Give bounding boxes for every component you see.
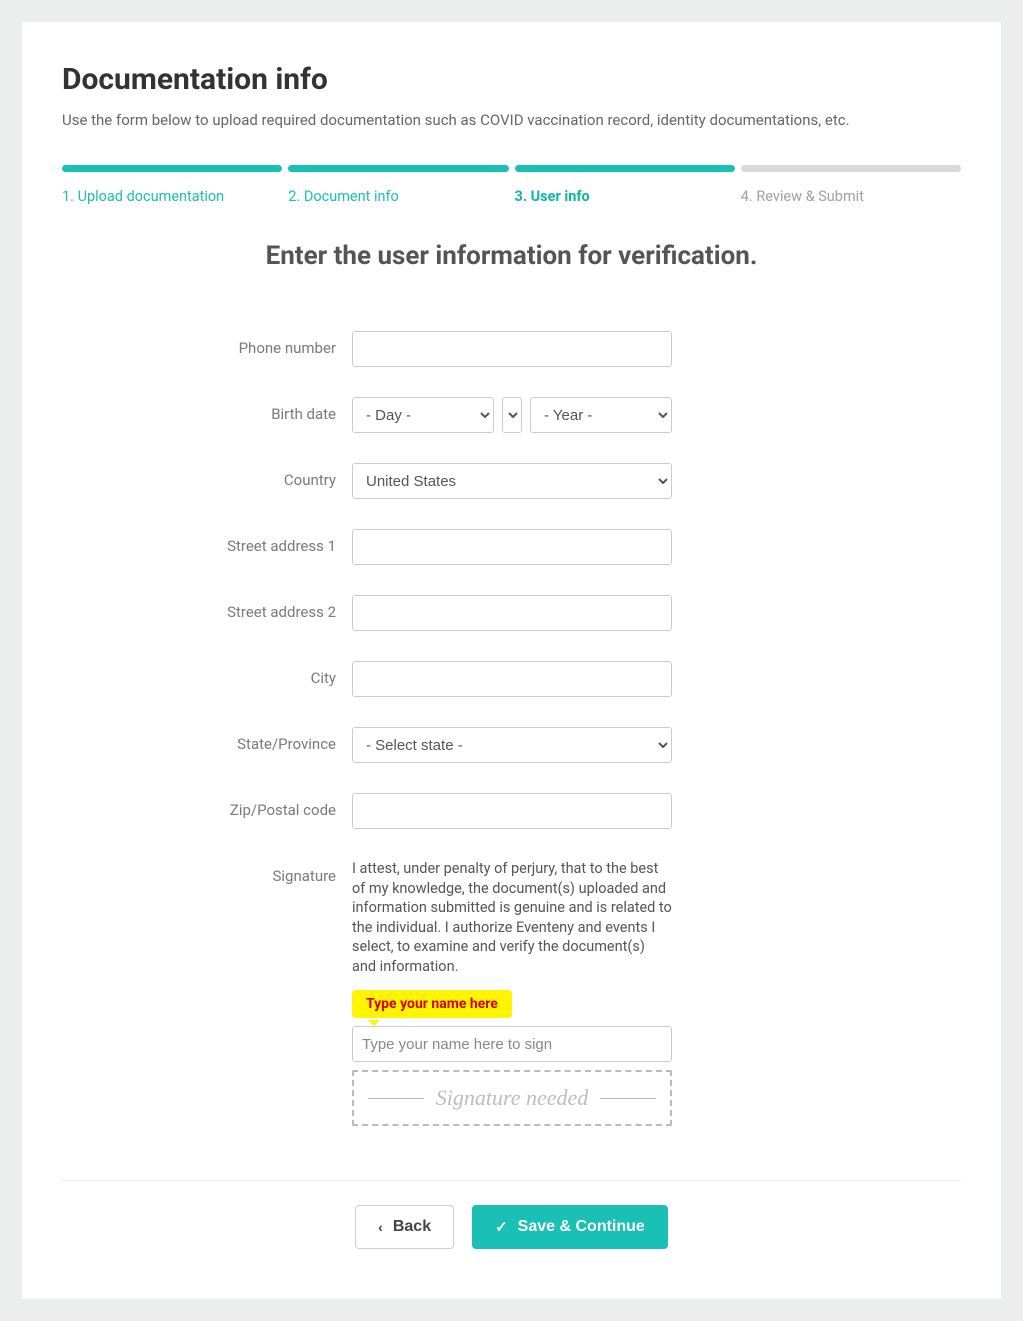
attestation-text: I attest, under penalty of perjury, that… [352,859,672,976]
signature-label: Signature [162,859,352,885]
page-subtitle: Use the form below to upload required do… [62,111,961,129]
phone-label: Phone number [162,331,352,357]
signature-input[interactable] [352,1026,672,1062]
check-icon: ✓ [495,1218,508,1236]
signature-preview-box: Signature needed [352,1070,672,1126]
step-label-userinfo[interactable]: 3. User info [515,178,735,205]
state-label: State/Province [162,727,352,753]
signature-line-right [600,1098,656,1099]
zip-input[interactable] [352,793,672,829]
page-title: Documentation info [62,62,961,97]
signature-placeholder-text: Signature needed [436,1085,589,1111]
city-input[interactable] [352,661,672,697]
step-bar-2 [288,165,508,172]
back-button-label: Back [393,1218,431,1236]
progress-stepper [62,165,961,172]
addr2-input[interactable] [352,595,672,631]
chevron-left-icon: ‹ [378,1219,383,1235]
user-info-form: Phone number Birth date - Day - - Month … [162,331,782,1126]
footer-divider [62,1180,961,1181]
step-label-review: 4. Review & Submit [741,178,961,205]
country-label: Country [162,463,352,489]
save-continue-button[interactable]: ✓ Save & Continue [472,1205,668,1249]
form-card: Documentation info Use the form below to… [22,22,1001,1299]
addr2-label: Street address 2 [162,595,352,621]
step-label-docinfo[interactable]: 2. Document info [288,178,508,205]
section-heading: Enter the user information for verificat… [62,241,961,271]
back-button[interactable]: ‹ Back [355,1205,454,1249]
footer-buttons: ‹ Back ✓ Save & Continue [62,1205,961,1249]
addr1-input[interactable] [352,529,672,565]
birth-day-select[interactable]: - Day - [352,397,494,433]
step-bar-4 [741,165,961,172]
city-label: City [162,661,352,687]
step-bar-3 [515,165,735,172]
signature-tooltip: Type your name here [352,990,512,1018]
state-select[interactable]: - Select state - [352,727,672,763]
birthdate-label: Birth date [162,397,352,423]
phone-input[interactable] [352,331,672,367]
step-labels: 1. Upload documentation 2. Document info… [62,178,961,205]
addr1-label: Street address 1 [162,529,352,555]
zip-label: Zip/Postal code [162,793,352,819]
step-bar-1 [62,165,282,172]
birth-month-select[interactable]: - Month - [502,397,522,433]
signature-line-left [368,1098,424,1099]
birth-year-select[interactable]: - Year - [530,397,672,433]
country-select[interactable]: United States [352,463,672,499]
step-label-upload[interactable]: 1. Upload documentation [62,178,282,205]
save-continue-label: Save & Continue [518,1218,645,1236]
